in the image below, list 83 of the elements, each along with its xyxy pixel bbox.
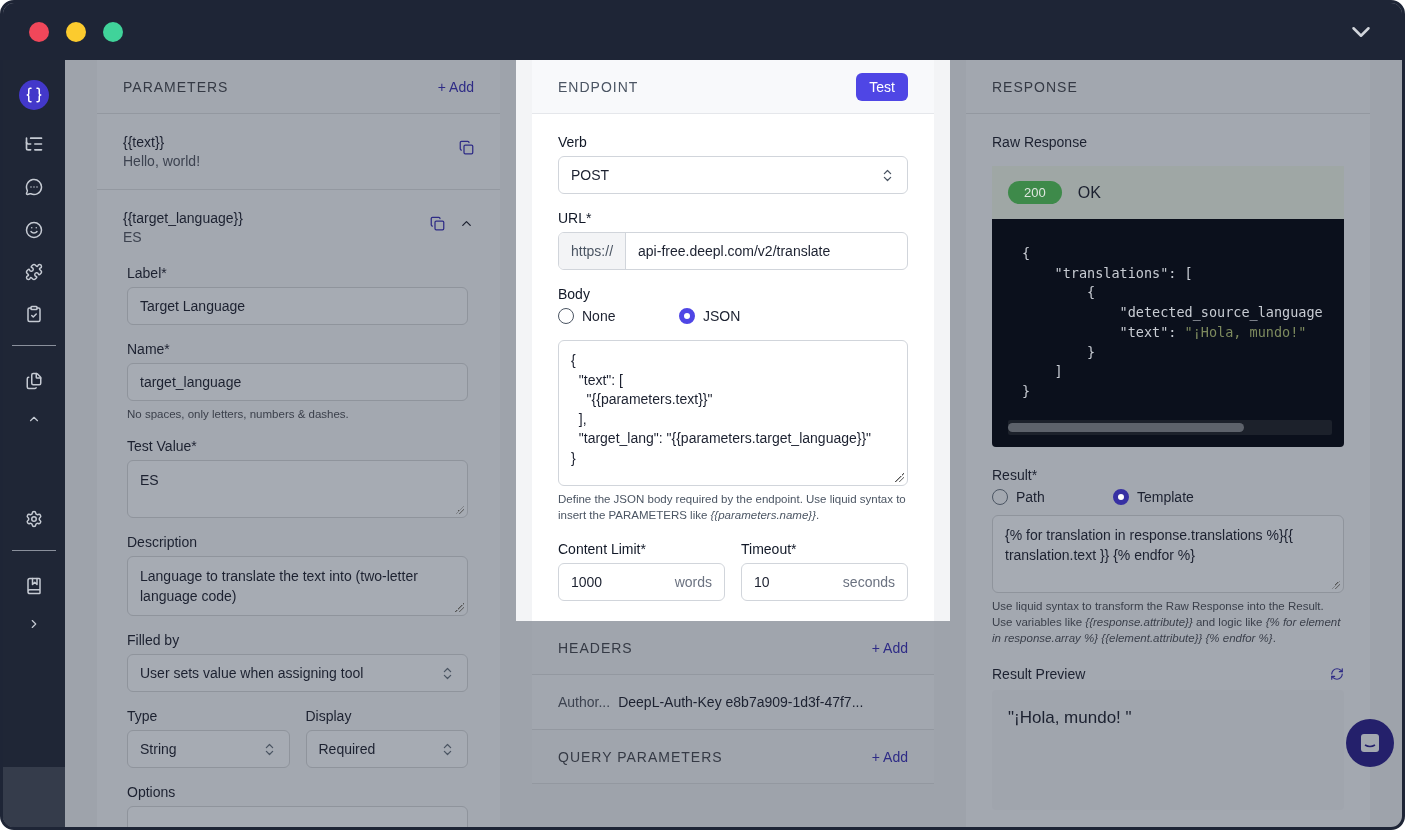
section-title: RESPONSE — [992, 78, 1078, 95]
window-control[interactable] — [29, 21, 49, 42]
copy-icon[interactable] — [430, 216, 445, 231]
textarea-field[interactable]: ES — [127, 460, 468, 518]
test-button[interactable]: Test — [856, 72, 908, 101]
code-line: { — [1022, 244, 1032, 263]
status-text: OK — [1077, 183, 1101, 202]
clipboard-check-icon[interactable] — [25, 305, 43, 323]
code-line: } — [1022, 381, 1032, 401]
add-link[interactable]: + Add — [871, 639, 908, 656]
add-link[interactable]: + Add — [437, 78, 474, 95]
input-field[interactable]: target_language — [127, 363, 468, 401]
chat-button[interactable] — [1346, 719, 1394, 767]
url-prefix: https:// — [559, 233, 627, 269]
section-title: ENDPOINT — [558, 78, 639, 95]
code-line: { — [1086, 283, 1097, 303]
parameter-name: {{text}} — [123, 134, 166, 150]
code-line: } — [1086, 342, 1097, 362]
scrollbar-thumb[interactable] — [1008, 422, 1244, 432]
status-code: 200 — [1008, 181, 1062, 204]
parameter-name: {{target_language}} — [123, 210, 243, 226]
json-body-field[interactable]: { "text": [ "{{parameters.text}}" ], "target_lang": "{{parameters.target_language}}" } — [558, 340, 908, 486]
smiley-icon[interactable] — [25, 221, 43, 239]
select-field[interactable]: User sets value when assigning tool — [127, 654, 468, 692]
field-label: Type — [127, 708, 159, 724]
code-line: "detected_source_language — [1118, 303, 1324, 323]
field-hint: No spaces, only letters, numbers & dashes. — [127, 407, 350, 422]
section-title: QUERY PARAMETERS — [558, 748, 723, 765]
section-title: PARAMETERS — [123, 78, 229, 95]
field-label: Description — [127, 534, 199, 550]
refresh-icon[interactable] — [1330, 666, 1344, 681]
book-icon[interactable] — [25, 577, 43, 595]
window-control[interactable] — [66, 21, 86, 42]
logo-icon[interactable] — [19, 80, 49, 110]
chat-icon[interactable] — [25, 178, 43, 196]
sidebar-footer — [3, 767, 65, 827]
select-field[interactable]: POST — [558, 156, 908, 194]
window-control[interactable] — [103, 21, 123, 42]
textarea-field[interactable]: {% for translation in response.translations %}{{ translation.text }} {% endfor %} — [992, 514, 1344, 593]
input-field[interactable]: Target Language — [127, 287, 468, 325]
field-label: Name* — [127, 341, 171, 357]
documents-icon[interactable] — [25, 372, 43, 390]
field-label: Verb — [558, 134, 588, 150]
field-label: Body — [558, 286, 591, 302]
field-label: Result* — [992, 466, 1039, 483]
puzzle-icon[interactable] — [25, 263, 43, 281]
field-label: Result Preview — [992, 665, 1086, 682]
code-line: "text": "¡Hola, mundo!" — [1118, 322, 1308, 342]
input-field[interactable]: 10 seconds — [741, 563, 908, 601]
field-label: URL* — [558, 210, 593, 226]
code-line: "translations": [ — [1053, 263, 1194, 283]
field-hint: Define the JSON body required by the endpoint. Use liquid syntax to insert the PARAMETERS like {{parameters.name}}. — [558, 492, 907, 523]
add-link[interactable]: + Add — [871, 748, 908, 765]
field-label: Test Value* — [127, 438, 198, 454]
select-field[interactable]: String — [127, 730, 290, 768]
radio-option[interactable]: Path — [992, 488, 1113, 505]
field-label: Content Limit* — [558, 541, 647, 557]
settings-icon[interactable] — [25, 510, 43, 528]
url-field[interactable]: https:// api-free.deepl.com/v2/translate — [558, 232, 908, 270]
list-icon[interactable] — [24, 134, 44, 154]
field-label: Display — [305, 708, 353, 724]
radio-option[interactable]: None — [558, 308, 679, 324]
textarea-field[interactable]: Language to translate the text into (two-letter language code) — [127, 556, 468, 616]
field-label: Options — [127, 784, 177, 800]
field-hint: Use liquid syntax to transform the Raw Response into the Result. Use variables like {{response.attribute}} and logic like {% for element in response.array %} {{element.attribute}} {% endfor %}. — [992, 598, 1342, 646]
field-label: Timeout* — [741, 541, 798, 557]
field-label: Label* — [127, 265, 168, 281]
parameter-row[interactable]: {{text}} Hello, world! — [97, 114, 500, 190]
section-title: HEADERS — [558, 639, 633, 656]
chat-bubble-icon — [1359, 732, 1381, 754]
radio-option[interactable]: JSON — [679, 308, 800, 324]
header-value: DeepL-Auth-Key e8b7a909-1d3f-47f7... — [618, 694, 864, 710]
field-label: Raw Response — [992, 134, 1088, 150]
input-field[interactable]: 1000 words — [558, 563, 725, 601]
copy-icon[interactable] — [459, 140, 474, 155]
parameter-value: ES — [123, 229, 143, 245]
parameter-value: Hello, world! — [123, 153, 201, 169]
select-field[interactable]: Required — [305, 730, 468, 768]
radio-option[interactable]: Template — [1113, 488, 1234, 505]
code-line: ] — [1053, 362, 1064, 382]
url-value: api-free.deepl.com/v2/translate — [637, 242, 832, 261]
header-key: Author... — [558, 694, 611, 710]
field-label: Filled by — [127, 632, 181, 648]
